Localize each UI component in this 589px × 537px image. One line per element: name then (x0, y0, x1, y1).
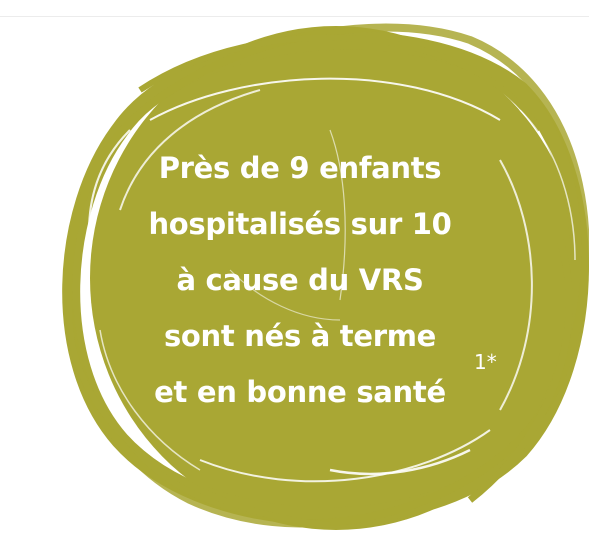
statistic-text: Près de 9 enfants hospitalisés sur 10 à … (110, 140, 490, 420)
statistic-line-3: à cause du VRS (176, 263, 424, 297)
statistic-line-5: et en bonne santé (154, 375, 446, 409)
statistic-line-4: sont nés à terme (163, 319, 437, 353)
statistic-line-1: Près de 9 enfants (158, 151, 442, 185)
infographic-panel: Près de 9 enfants hospitalisés sur 10 à … (0, 0, 589, 537)
footnote-marker: 1* (474, 350, 497, 374)
statistic-line-2: hospitalisés sur 10 (148, 207, 452, 241)
